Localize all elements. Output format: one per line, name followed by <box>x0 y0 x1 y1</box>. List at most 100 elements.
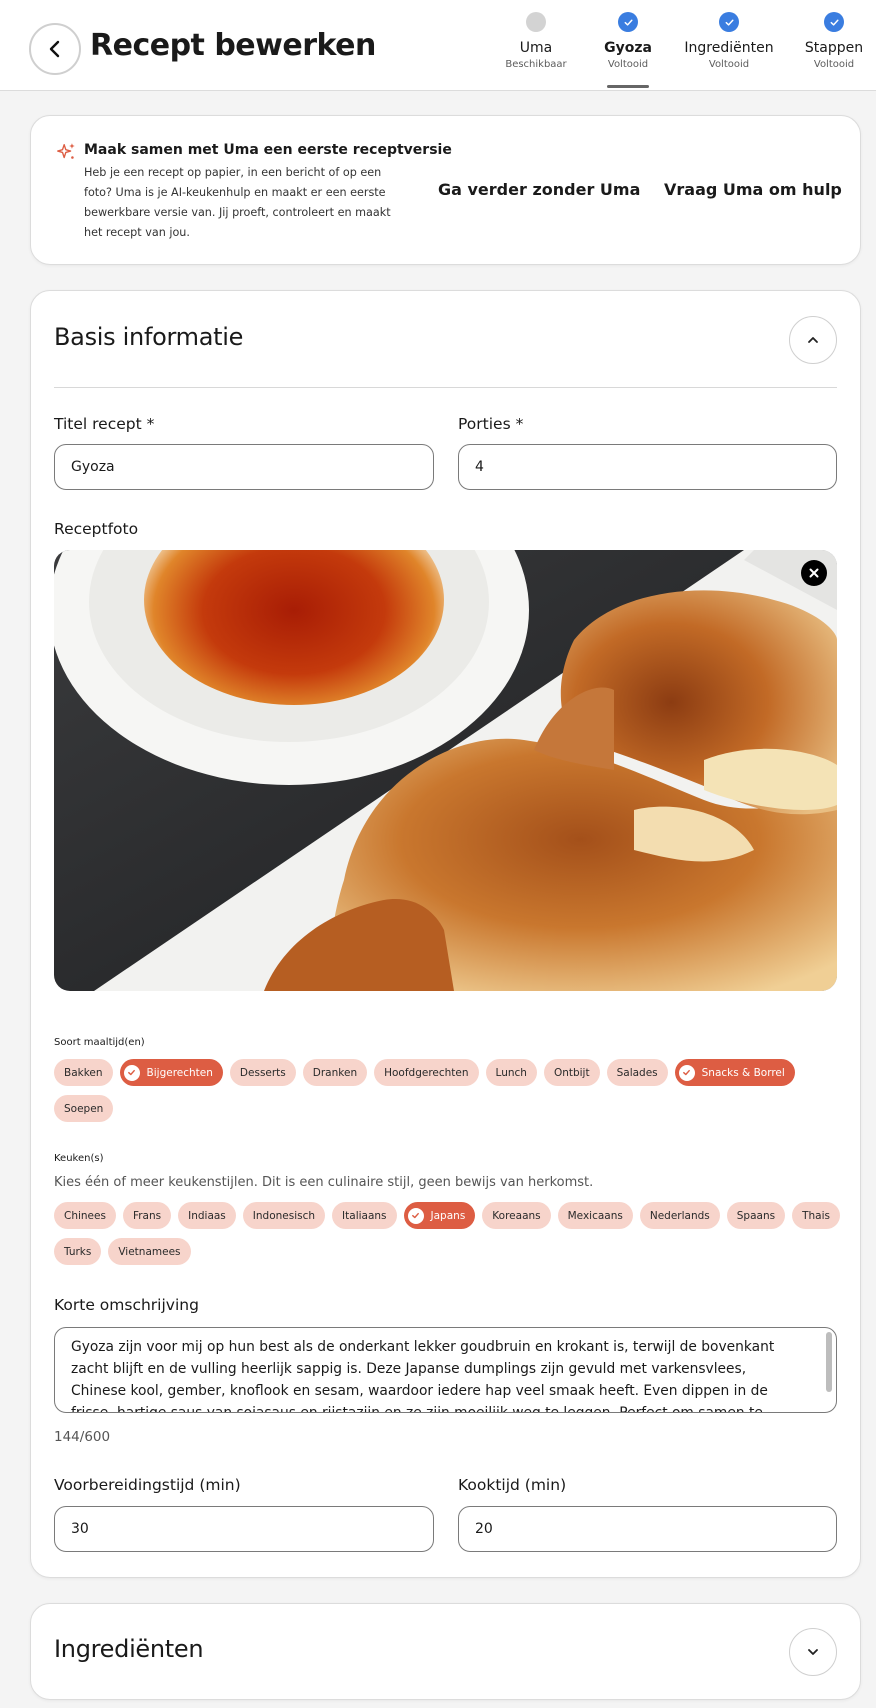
chip-label: Snacks & Borrel <box>701 1066 785 1079</box>
chip-label: Lunch <box>495 1066 527 1079</box>
check-icon <box>719 12 739 32</box>
expand-button[interactable] <box>789 1628 837 1676</box>
ask-uma-button[interactable]: Vraag Uma om hulp <box>664 180 842 199</box>
step-status-dot <box>526 12 546 32</box>
sparkle-icon <box>57 143 75 159</box>
recipe-photo[interactable] <box>54 550 837 991</box>
step-label: Gyoza <box>604 40 652 56</box>
meal-type-chips: Bakken Bijgerechten Desserts Dranken Hoofdge… <box>54 1059 844 1122</box>
check-icon <box>618 12 638 32</box>
cook-time-label: Kooktijd (min) <box>458 1476 567 1494</box>
collapse-button[interactable] <box>789 316 837 364</box>
uma-assistant-card: Maak samen met Uma een eerste receptvers… <box>30 115 861 265</box>
cuisine-chip[interactable]: Japans <box>403 1202 476 1229</box>
title-label: Titel recept * <box>54 415 155 433</box>
top-bar: Recept bewerken Uma Beschikbaar Gyoza Vo… <box>0 0 876 91</box>
cuisine-chips: Chinees Frans Indiaas Indonesisch Italiaans J… <box>54 1202 844 1265</box>
chip-label: Vietnamees <box>118 1245 181 1258</box>
meal-type-chip[interactable]: Soepen <box>54 1095 114 1122</box>
meal-type-chip[interactable]: Desserts <box>229 1059 296 1086</box>
char-counter: 144/600 <box>54 1429 111 1445</box>
step-ingredienten[interactable]: Ingrediënten Voltooid <box>679 12 779 70</box>
cuisine-chip[interactable]: Mexicaans <box>557 1202 633 1229</box>
meal-type-chip[interactable]: Lunch <box>485 1059 537 1086</box>
cook-time-input[interactable] <box>458 1506 837 1552</box>
description-text: Gyoza zijn voor mij op hun best als de o… <box>71 1339 775 1413</box>
chip-label: Salades <box>616 1066 658 1079</box>
cuisine-chip[interactable]: Vietnamees <box>108 1238 191 1265</box>
chip-label: Bakken <box>64 1066 103 1079</box>
chip-label: Ontbijt <box>553 1066 590 1079</box>
cuisine-chip[interactable]: Frans <box>122 1202 172 1229</box>
cuisine-chip[interactable]: Thais <box>792 1202 840 1229</box>
chip-label: Nederlands <box>649 1209 710 1222</box>
meal-type-chip[interactable]: Hoofdgerechten <box>374 1059 479 1086</box>
meal-type-chip[interactable]: Bijgerechten <box>119 1059 223 1086</box>
cuisine-label: Keuken(s) <box>54 1153 104 1164</box>
uma-title: Maak samen met Uma een eerste receptvers… <box>84 142 452 158</box>
cuisine-chip[interactable]: Indiaas <box>178 1202 236 1229</box>
chip-label: Italiaans <box>342 1209 387 1222</box>
back-button[interactable] <box>29 23 81 75</box>
chip-label: Japans <box>430 1209 466 1222</box>
ingredients-card: Ingrediënten <box>30 1603 861 1700</box>
chip-label: Indiaas <box>188 1209 226 1222</box>
textarea-scrollbar[interactable] <box>826 1332 832 1392</box>
chevron-left-icon <box>49 40 60 58</box>
chip-label: Dranken <box>312 1066 358 1079</box>
section-title: Basis informatie <box>54 323 244 351</box>
check-icon <box>407 1207 424 1224</box>
prep-time-input[interactable] <box>54 1506 434 1552</box>
check-icon <box>123 1064 140 1081</box>
step-gyoza[interactable]: Gyoza Voltooid <box>590 12 666 88</box>
close-icon <box>809 568 819 578</box>
meal-type-chip[interactable]: Salades <box>606 1059 668 1086</box>
divider <box>54 387 837 388</box>
step-label: Stappen <box>804 40 864 56</box>
meal-type-chip[interactable]: Ontbijt <box>543 1059 600 1086</box>
chip-label: Mexicaans <box>567 1209 623 1222</box>
cuisine-chip[interactable]: Indonesisch <box>242 1202 326 1229</box>
cuisine-chip[interactable]: Turks <box>54 1238 102 1265</box>
chip-label: Turks <box>64 1245 92 1258</box>
remove-photo-button[interactable] <box>801 560 827 586</box>
gyoza-photo-image <box>54 550 837 991</box>
check-icon <box>678 1064 695 1081</box>
cuisine-chip[interactable]: Chinees <box>54 1202 116 1229</box>
chip-label: Thais <box>802 1209 830 1222</box>
cuisine-chip[interactable]: Nederlands <box>639 1202 720 1229</box>
active-step-indicator <box>607 85 649 88</box>
chip-label: Hoofdgerechten <box>384 1066 469 1079</box>
chip-label: Frans <box>132 1209 162 1222</box>
chip-label: Chinees <box>64 1209 106 1222</box>
chip-label: Indonesisch <box>252 1209 316 1222</box>
cuisine-chip[interactable]: Italiaans <box>332 1202 397 1229</box>
description-textarea[interactable]: Gyoza zijn voor mij op hun best als de o… <box>54 1327 837 1413</box>
continue-without-uma-button[interactable]: Ga verder zonder Uma <box>438 180 640 199</box>
title-input[interactable] <box>54 444 434 490</box>
basis-info-card: Basis informatie Titel recept * Porties … <box>30 290 861 1578</box>
step-uma[interactable]: Uma Beschikbaar <box>488 12 584 70</box>
prep-time-label: Voorbereidingstijd (min) <box>54 1476 241 1494</box>
meal-type-chip[interactable]: Dranken <box>302 1059 368 1086</box>
portions-input[interactable] <box>458 444 837 490</box>
chevron-up-icon <box>808 337 818 343</box>
chip-label: Soepen <box>64 1102 104 1115</box>
meal-type-chip[interactable]: Bakken <box>54 1059 113 1086</box>
step-status: Voltooid <box>708 59 750 70</box>
step-status: Voltooid <box>607 59 649 70</box>
page-title: Recept bewerken <box>90 28 376 63</box>
meal-type-label: Soort maaltijd(en) <box>54 1037 145 1048</box>
chip-label: Bijgerechten <box>146 1066 213 1079</box>
step-stappen[interactable]: Stappen Voltooid <box>795 12 873 70</box>
step-status: Voltooid <box>813 59 855 70</box>
chip-label: Spaans <box>736 1209 776 1222</box>
section-title: Ingrediënten <box>54 1635 204 1663</box>
chevron-down-icon <box>808 1649 818 1655</box>
meal-type-chip[interactable]: Snacks & Borrel <box>674 1059 795 1086</box>
uma-description: Heb je een recept op papier, in een beri… <box>84 166 391 239</box>
cuisine-chip[interactable]: Spaans <box>726 1202 786 1229</box>
cuisine-chip[interactable]: Koreaans <box>482 1202 551 1229</box>
chip-label: Desserts <box>239 1066 286 1079</box>
description-label: Korte omschrijving <box>54 1296 199 1314</box>
